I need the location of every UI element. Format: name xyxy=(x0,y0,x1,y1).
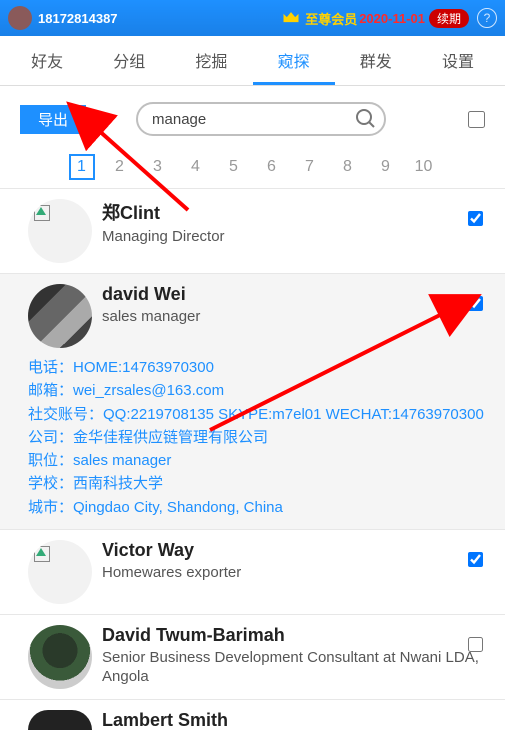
vip-label: 至尊会员 xyxy=(305,9,357,28)
contact-title: Homewares exporter xyxy=(102,563,485,583)
renew-button[interactable]: 续期 xyxy=(429,9,469,28)
export-button[interactable]: 导出 xyxy=(20,105,86,134)
avatar xyxy=(28,199,92,263)
contact-title: Senior Business Development Consultant a… xyxy=(102,648,485,687)
list-item[interactable]: Lambert Smith xyxy=(0,699,505,733)
contact-name: Victor Way xyxy=(102,540,485,561)
item-checkbox[interactable] xyxy=(468,552,483,567)
tab-friends[interactable]: 好友 xyxy=(6,36,88,85)
contact-name: Lambert Smith xyxy=(102,710,485,731)
page-6[interactable]: 6 xyxy=(259,154,285,180)
tab-spy[interactable]: 窥探 xyxy=(253,36,335,85)
detail-city: 城市：Qingdao City, Shandong, China xyxy=(28,496,485,519)
tab-mining[interactable]: 挖掘 xyxy=(170,36,252,85)
contact-details: 电话：HOME:14763970300 邮箱：wei_zrsales@163.c… xyxy=(28,356,485,519)
user-id: 18172814387 xyxy=(38,11,118,26)
toolbar: 导出 xyxy=(0,86,505,144)
avatar xyxy=(28,625,92,689)
help-icon[interactable]: ? xyxy=(477,8,497,28)
detail-phone: 电话：HOME:14763970300 xyxy=(28,356,485,379)
item-checkbox[interactable] xyxy=(468,211,483,226)
detail-email: 邮箱：wei_zrsales@163.com xyxy=(28,379,485,402)
item-checkbox[interactable] xyxy=(468,637,483,652)
contact-name: david Wei xyxy=(102,284,485,305)
pagination: 1 2 3 4 5 6 7 8 9 10 xyxy=(0,144,505,188)
tab-settings[interactable]: 设置 xyxy=(417,36,499,85)
vip-expiry: 2020-11-01 xyxy=(359,11,425,26)
tab-groups[interactable]: 分组 xyxy=(88,36,170,85)
app-header: 18172814387 至尊会员 2020-11-01 续期 ? xyxy=(0,0,505,36)
page-3[interactable]: 3 xyxy=(145,154,171,180)
nav-tabs: 好友 分组 挖掘 窥探 群发 设置 xyxy=(0,36,505,86)
list-item[interactable]: David Twum-Barimah Senior Business Devel… xyxy=(0,614,505,699)
list-item[interactable]: david Wei sales manager 电话：HOME:14763970… xyxy=(0,273,505,529)
page-4[interactable]: 4 xyxy=(183,154,209,180)
page-9[interactable]: 9 xyxy=(373,154,399,180)
list-item[interactable]: Victor Way Homewares exporter xyxy=(0,529,505,614)
tab-broadcast[interactable]: 群发 xyxy=(335,36,417,85)
contact-title: sales manager xyxy=(102,307,485,327)
page-8[interactable]: 8 xyxy=(335,154,361,180)
page-2[interactable]: 2 xyxy=(107,154,133,180)
detail-position: 职位：sales manager xyxy=(28,449,485,472)
detail-school: 学校：西南科技大学 xyxy=(28,472,485,495)
contact-name: 郑Clint xyxy=(102,199,485,225)
contact-list: 郑Clint Managing Director david Wei sales… xyxy=(0,188,505,733)
contact-title: Managing Director xyxy=(102,227,485,247)
search-box xyxy=(136,102,386,136)
list-item[interactable]: 郑Clint Managing Director xyxy=(0,188,505,273)
user-avatar-small[interactable] xyxy=(8,6,32,30)
crown-icon xyxy=(281,8,301,28)
avatar xyxy=(28,710,92,730)
detail-company: 公司：金华佳程供应链管理有限公司 xyxy=(28,426,485,449)
select-all-checkbox[interactable] xyxy=(468,111,485,128)
contact-name: David Twum-Barimah xyxy=(102,625,485,646)
page-5[interactable]: 5 xyxy=(221,154,247,180)
avatar xyxy=(28,540,92,604)
item-checkbox[interactable] xyxy=(468,296,483,311)
detail-social: 社交账号：QQ:2219708135 SKYPE:m7el01 WECHAT:1… xyxy=(28,403,485,426)
avatar xyxy=(28,284,92,348)
page-10[interactable]: 10 xyxy=(411,154,437,180)
search-input[interactable] xyxy=(152,111,354,128)
page-1[interactable]: 1 xyxy=(69,154,95,180)
search-button[interactable] xyxy=(354,107,378,131)
page-7[interactable]: 7 xyxy=(297,154,323,180)
